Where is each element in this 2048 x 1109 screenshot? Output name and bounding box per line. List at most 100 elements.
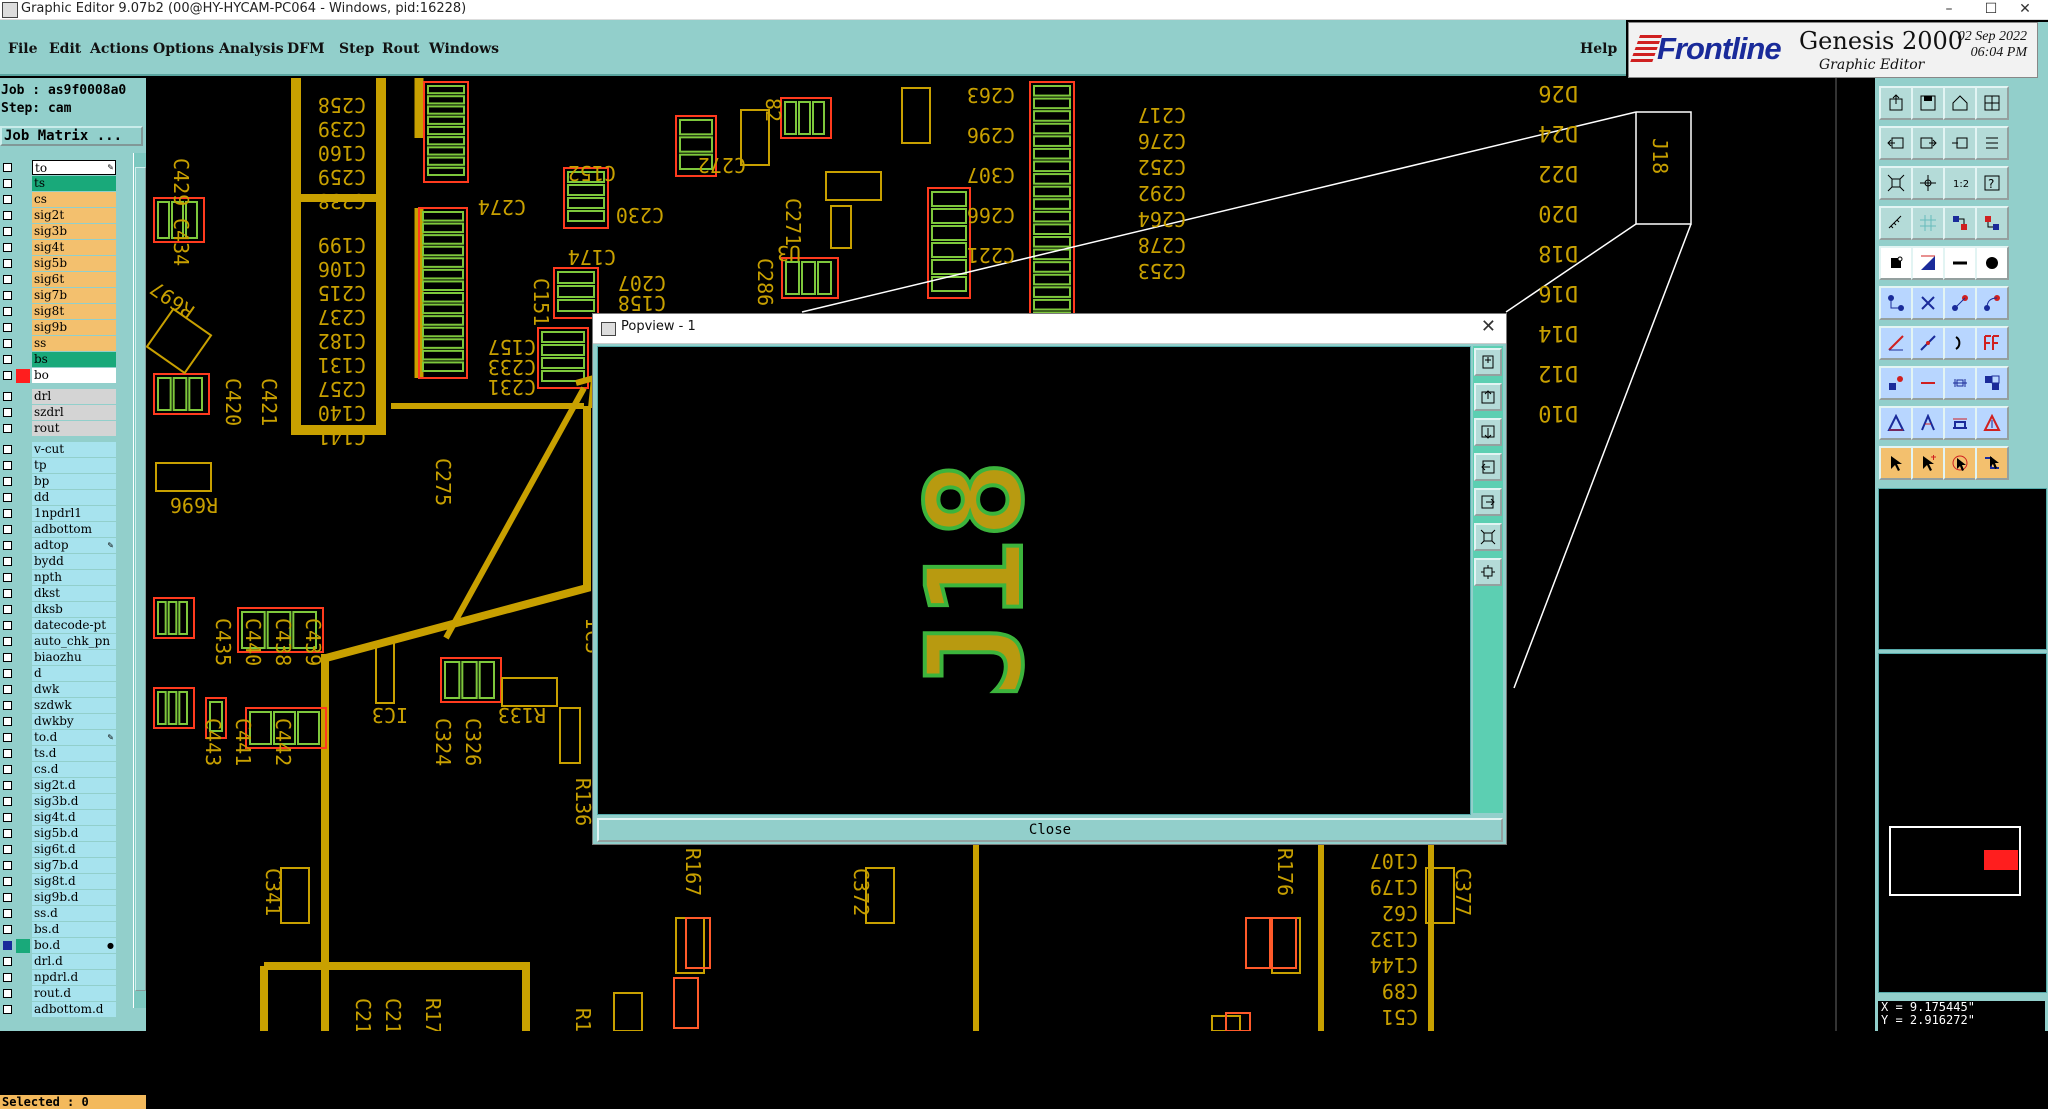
layer-row-biaozhu[interactable]: biaozhu — [0, 650, 118, 666]
bridge-icon[interactable] — [1943, 406, 1977, 440]
layer-checkbox[interactable] — [3, 637, 12, 646]
layer-name[interactable]: sig6t — [32, 272, 116, 287]
layer-name[interactable]: cs — [32, 192, 116, 207]
popview-zoom-fit-icon[interactable] — [1474, 523, 1502, 551]
layer-checkbox[interactable] — [3, 909, 12, 918]
layer-row-sig8t-d[interactable]: sig8t.d — [0, 874, 118, 890]
layer-row-drl[interactable]: drl — [0, 389, 118, 405]
layer-name[interactable]: sig2t.d — [32, 778, 116, 793]
layer-checkbox[interactable] — [3, 1005, 12, 1014]
pan-icon[interactable] — [1911, 166, 1945, 200]
layer-checkbox[interactable] — [3, 307, 12, 316]
job-matrix-button[interactable]: Job Matrix ... — [0, 126, 143, 146]
layer-checkbox[interactable] — [3, 408, 12, 417]
scale-1-2-icon[interactable]: 1:2 — [1943, 166, 1977, 200]
net-icon[interactable] — [1975, 286, 2009, 320]
layer-checkbox[interactable] — [3, 589, 12, 598]
angle-icon[interactable] — [1911, 406, 1945, 440]
layer-row-dkst[interactable]: dkst — [0, 586, 118, 602]
layer-row-sig7b-d[interactable]: sig7b.d — [0, 858, 118, 874]
layer-checkbox[interactable] — [3, 195, 12, 204]
menu-step[interactable]: Step — [339, 41, 374, 57]
layer-checkbox[interactable] — [3, 925, 12, 934]
dimension-icon[interactable] — [1943, 366, 1977, 400]
layer-row-dksb[interactable]: dksb — [0, 602, 118, 618]
popview-zoom-in-icon[interactable] — [1474, 348, 1502, 376]
undo-icon[interactable] — [1879, 126, 1913, 160]
layer-checkbox[interactable] — [3, 717, 12, 726]
layer-row-1npdrl1[interactable]: 1npdrl1 — [0, 506, 118, 522]
popview-zoom-out-icon[interactable] — [1474, 558, 1502, 586]
layer-row-to-d[interactable]: to.d ✎ — [0, 730, 118, 746]
layer-name[interactable]: sig3b — [32, 224, 116, 239]
menu-edit[interactable]: Edit — [49, 41, 81, 57]
help-icon[interactable]: ? — [1975, 166, 2009, 200]
layer-row-dwkby[interactable]: dwkby — [0, 714, 118, 730]
menu-dfm[interactable]: DFM — [287, 41, 325, 57]
select-circle-icon[interactable] — [1943, 446, 1977, 480]
measure-icon[interactable] — [1879, 206, 1913, 240]
layer-row-adbottom-d[interactable]: adbottom.d — [0, 1002, 118, 1018]
layer-row-szdrl[interactable]: szdrl — [0, 405, 118, 421]
select-net-icon[interactable] — [1975, 446, 2009, 480]
layer-row-ss-d[interactable]: ss.d — [0, 906, 118, 922]
layer-row-auto-chk-pn[interactable]: auto_chk_pn — [0, 634, 118, 650]
layer-name[interactable]: adbottom — [32, 522, 116, 537]
layer-row-sig7b[interactable]: sig7b — [0, 288, 118, 304]
layer-row-bp[interactable]: bp — [0, 474, 118, 490]
layer-checkbox[interactable] — [3, 749, 12, 758]
layer-name[interactable]: bo.d — [32, 938, 116, 953]
layer-name[interactable]: dwkby — [32, 714, 116, 729]
layer-name[interactable]: sig4t.d — [32, 810, 116, 825]
layer-checkbox[interactable] — [3, 275, 12, 284]
overview-map[interactable] — [1878, 653, 2047, 993]
line-icon[interactable] — [1943, 246, 1977, 280]
layer-row-sig9b[interactable]: sig9b — [0, 320, 118, 336]
layer-checkbox[interactable] — [3, 445, 12, 454]
layer-checkbox[interactable] — [3, 557, 12, 566]
grid-icon[interactable] — [1911, 206, 1945, 240]
minus-icon[interactable] — [1911, 366, 1945, 400]
layer-name[interactable]: bp — [32, 474, 116, 489]
menu-help[interactable]: Help — [1580, 41, 1617, 57]
layer-name[interactable]: d — [32, 666, 116, 681]
layer-checkbox[interactable] — [3, 669, 12, 678]
layer-row-ts-d[interactable]: ts.d — [0, 746, 118, 762]
layer-checkbox[interactable] — [3, 259, 12, 268]
layer-row-bs-d[interactable]: bs.d — [0, 922, 118, 938]
connect-icon[interactable] — [1879, 286, 1913, 320]
layer-row-sig3b-d[interactable]: sig3b.d — [0, 794, 118, 810]
popview-close-button[interactable]: Close — [597, 818, 1503, 842]
popview-pan-up-icon[interactable] — [1474, 383, 1502, 411]
layer-checkbox[interactable] — [3, 179, 12, 188]
layer-checkbox[interactable] — [3, 477, 12, 486]
popview-view[interactable]: J18 — [597, 346, 1471, 815]
layer-checkbox[interactable] — [3, 509, 12, 518]
layer-checkbox[interactable] — [3, 339, 12, 348]
add-pad-icon[interactable] — [1879, 366, 1913, 400]
layer-name[interactable]: bo — [32, 368, 116, 383]
layer-checkbox[interactable] — [3, 355, 12, 364]
layer-name[interactable]: v-cut — [32, 442, 116, 457]
layer-row-bydd[interactable]: bydd — [0, 554, 118, 570]
layer-name[interactable]: rout.d — [32, 986, 116, 1001]
layer-checkbox[interactable] — [3, 765, 12, 774]
popview-title-bar[interactable]: Popview - 1 ✕ — [593, 314, 1506, 344]
layer-row-dd[interactable]: dd — [0, 490, 118, 506]
layer-row-sig3b[interactable]: sig3b — [0, 224, 118, 240]
arc-pad-icon[interactable] — [1943, 286, 1977, 320]
layer-row-rout-d[interactable]: rout.d — [0, 986, 118, 1002]
close-icon[interactable]: ✕ — [2002, 0, 2048, 20]
layer-checkbox[interactable] — [3, 797, 12, 806]
layer-row-npdrl-d[interactable]: npdrl.d — [0, 970, 118, 986]
layer-row-v-cut[interactable]: v-cut — [0, 442, 118, 458]
window-icon[interactable] — [1975, 86, 2009, 120]
layer-name[interactable]: sig8t — [32, 304, 116, 319]
layer-name[interactable]: auto_chk_pn — [32, 634, 116, 649]
layer-checkbox[interactable] — [3, 392, 12, 401]
layer-row-to[interactable]: to ✎ — [0, 160, 118, 176]
layer-name[interactable]: to.d — [32, 730, 116, 745]
menu-file[interactable]: File — [8, 41, 37, 57]
layer-checkbox[interactable] — [3, 243, 12, 252]
layer-checkbox[interactable] — [3, 973, 12, 982]
